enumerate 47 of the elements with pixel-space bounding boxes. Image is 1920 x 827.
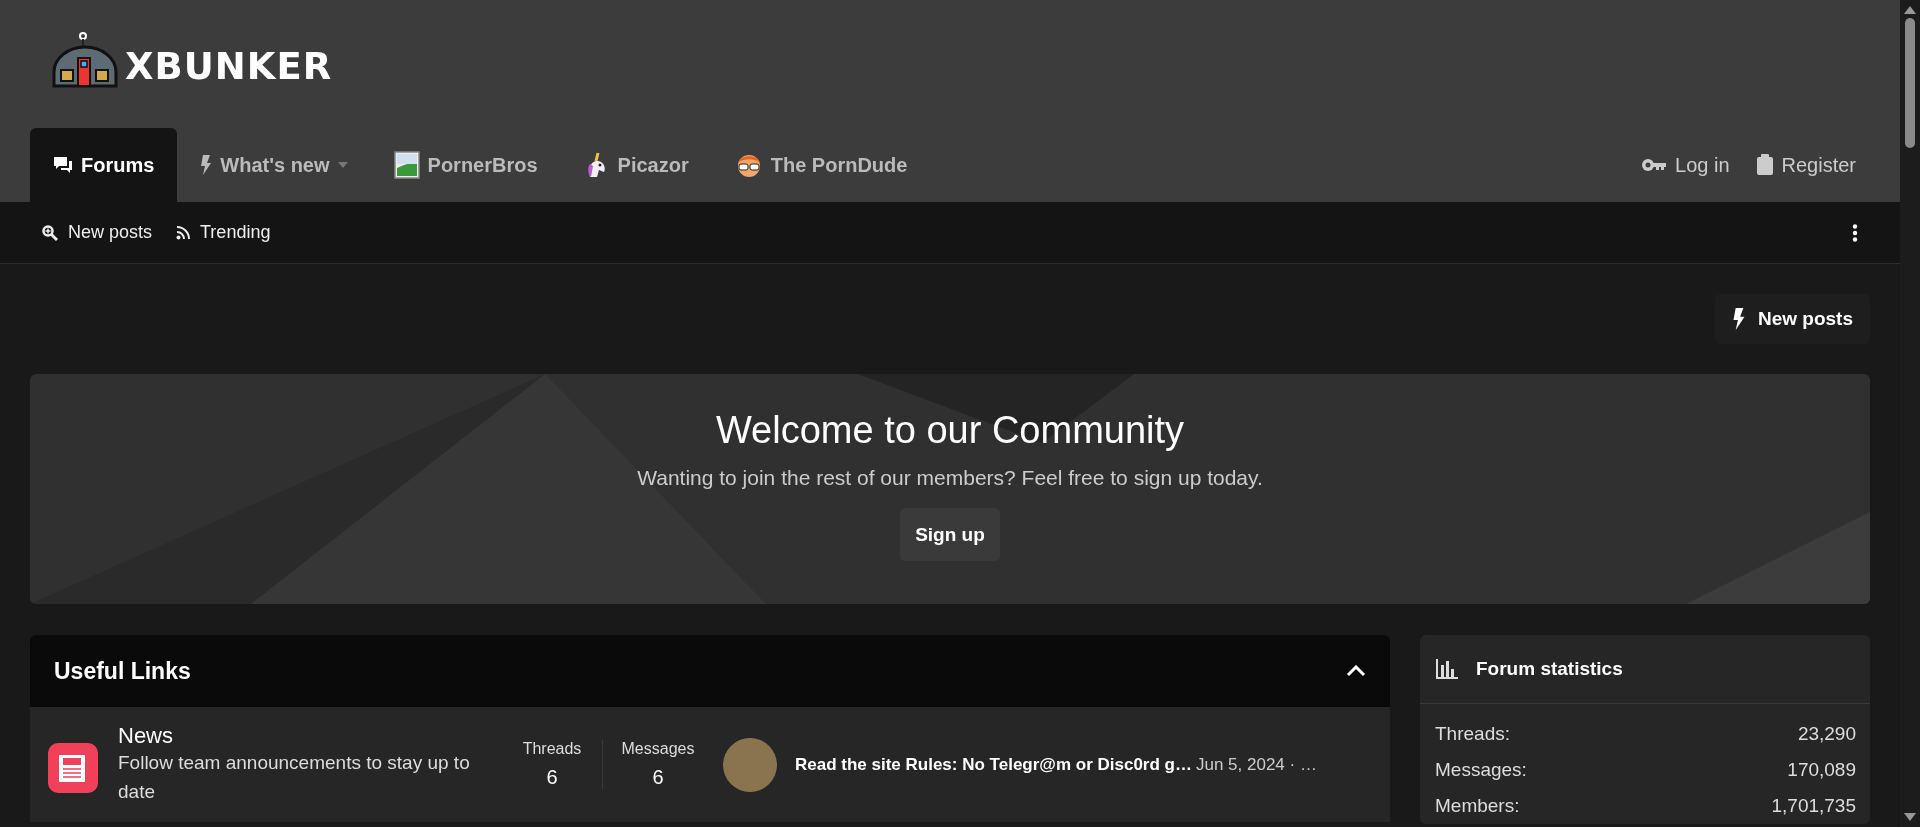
- rss-icon: [176, 225, 191, 240]
- more-options-icon[interactable]: [1852, 223, 1858, 242]
- messages-label: Messages: [621, 740, 695, 758]
- trending-link[interactable]: Trending: [176, 222, 271, 243]
- panel-title: Forum statistics: [1476, 658, 1623, 680]
- nav-tab[interactable]: What's new: [177, 128, 371, 202]
- last-post-meta: Jun 5, 2024 · …: [1195, 754, 1317, 775]
- collapse-icon[interactable]: [1346, 665, 1366, 677]
- forum-title[interactable]: News: [118, 723, 488, 749]
- stat-value: 1,701,735: [1771, 795, 1856, 817]
- last-post-title[interactable]: Read the site Rules: No Telegr@m or Disc0rd g…: [795, 754, 1192, 775]
- scrollbar-thumb[interactable]: [1905, 18, 1915, 148]
- search-icon: [42, 224, 58, 241]
- threads-count: 6: [546, 766, 558, 789]
- threads-label: Threads: [522, 740, 582, 758]
- nav-tab[interactable]: The PornDude: [711, 128, 931, 202]
- key-icon: [1641, 158, 1667, 172]
- nav-tab[interactable]: PornerBros: [370, 128, 561, 202]
- bunker-logo-icon[interactable]: [51, 30, 119, 90]
- nav-tab[interactable]: Picazor: [560, 128, 712, 202]
- category-title[interactable]: Useful Links: [54, 657, 191, 685]
- bar-chart-icon: [1436, 659, 1458, 679]
- stat-label: Threads:: [1435, 723, 1510, 745]
- bolt-icon: [200, 155, 213, 175]
- stat-label: Members:: [1435, 795, 1520, 817]
- welcome-text: Wanting to join the rest of our members? Feel free to sign up today.: [637, 466, 1263, 490]
- image-icon: [393, 151, 420, 179]
- register-link[interactable]: Register: [1755, 153, 1856, 177]
- bolt-icon: [1731, 308, 1746, 330]
- forum-description: Follow team announcements to stay up to date: [118, 751, 471, 804]
- sign-up-button[interactable]: Sign up: [900, 508, 1000, 561]
- site-logo-text[interactable]: XBUNKER: [125, 45, 333, 88]
- nav-tab[interactable]: Forums: [30, 128, 178, 202]
- new-posts-link[interactable]: New posts: [42, 222, 153, 243]
- chat-icon: [53, 156, 73, 174]
- new-posts-button[interactable]: New posts: [1714, 294, 1870, 344]
- scroll-up-icon[interactable]: [1904, 6, 1916, 14]
- login-link[interactable]: Log in: [1641, 153, 1730, 177]
- avatar-placeholder[interactable]: [723, 737, 777, 792]
- scroll-down-icon[interactable]: [1904, 813, 1916, 821]
- stat-value: 23,290: [1797, 723, 1856, 745]
- newspaper-icon: [48, 743, 98, 793]
- clipboard-icon: [1755, 154, 1774, 176]
- welcome-title: Welcome to our Community: [715, 409, 1185, 452]
- stat-value: 170,089: [1787, 759, 1856, 781]
- stat-label: Messages:: [1435, 759, 1527, 781]
- messages-count: 6: [652, 766, 664, 789]
